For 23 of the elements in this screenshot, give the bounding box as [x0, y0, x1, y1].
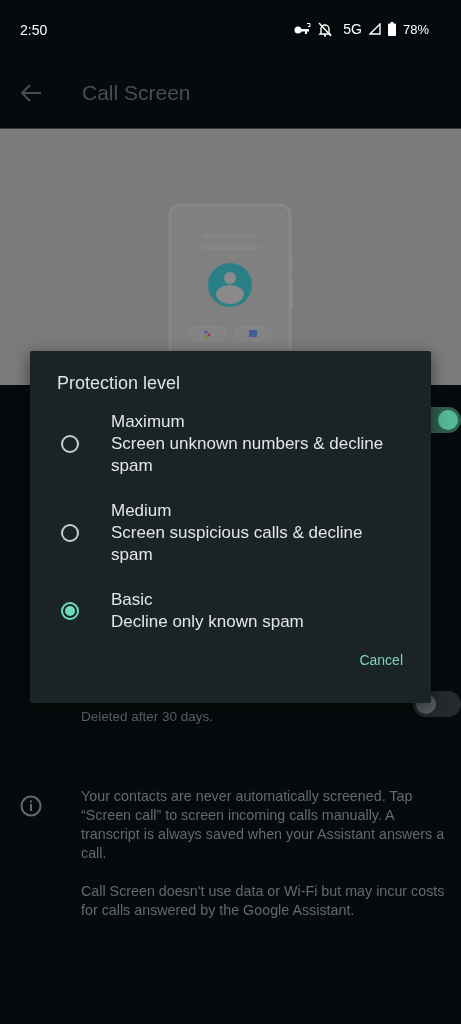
network-label: 5G	[343, 21, 362, 37]
bell-off-icon	[318, 21, 333, 37]
info-text: Your contacts are never automatically screened. Tap “Screen call” to screen incoming calls manually. A transcript is always saved when your Assistant answers a call.	[81, 787, 445, 863]
status-time: 2:50	[20, 22, 49, 38]
setting-description: Deleted after 30 days.	[81, 709, 215, 724]
signal-icon	[368, 23, 381, 35]
option-description: Decline only known spam	[111, 611, 304, 633]
cancel-button[interactable]: Cancel	[359, 648, 403, 672]
battery-percent: 78%	[402, 21, 429, 37]
radio-button[interactable]	[61, 602, 79, 620]
option-label[interactable]: Medium	[111, 500, 396, 522]
option-label[interactable]: Basic	[111, 589, 304, 611]
option-description: Screen unknown numbers & decline spam	[111, 433, 385, 477]
page-title: Call Screen	[82, 81, 191, 105]
key-icon	[294, 23, 312, 35]
info-text: Call Screen doesn't use data or Wi-Fi but may incur costs for calls answered by the Google Assistant.	[81, 882, 445, 920]
option-label[interactable]: Maximum	[111, 411, 396, 433]
radio-button[interactable]	[61, 524, 79, 542]
radio-button[interactable]	[61, 435, 79, 453]
info-icon	[20, 795, 42, 817]
battery-icon	[387, 22, 396, 36]
dialog-title: Protection level	[57, 373, 182, 394]
option-description: Screen suspicious calls & decline spam	[111, 522, 364, 566]
